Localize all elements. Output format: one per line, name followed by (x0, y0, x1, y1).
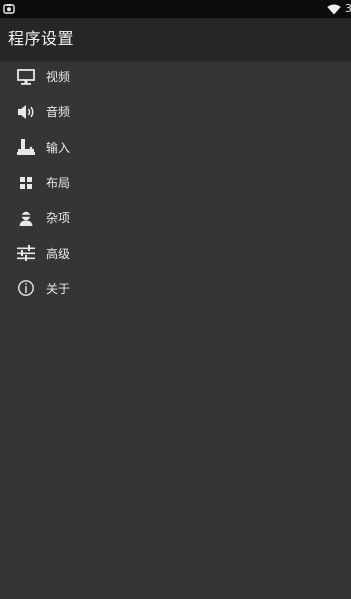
joystick-icon (15, 136, 37, 158)
menu-item-misc[interactable]: 杂项 (0, 200, 351, 235)
sliders-icon (15, 242, 37, 264)
menu-item-label: 布局 (46, 176, 71, 191)
menu-item-video[interactable]: 视频 (0, 59, 351, 94)
menu-item-label: 输入 (46, 140, 71, 155)
menu-item-label: 高级 (46, 246, 71, 261)
menu-item-input[interactable]: 输入 (0, 130, 351, 165)
status-right: 3 (327, 0, 351, 18)
app-screen: 3 程序设置 视频 音频 输入 布局 杂项 高级 关于 (0, 0, 351, 599)
status-clock: 3 (345, 2, 351, 15)
menu-item-label: 杂项 (46, 211, 71, 226)
menu-item-label: 视频 (46, 70, 71, 85)
settings-menu: 视频 音频 输入 布局 杂项 高级 关于 (0, 59, 351, 306)
screenshot-icon (3, 4, 15, 14)
menu-item-audio[interactable]: 音频 (0, 94, 351, 129)
menu-item-about[interactable]: 关于 (0, 271, 351, 306)
monitor-icon (15, 66, 37, 88)
person-icon (15, 207, 37, 229)
menu-item-label: 音频 (46, 105, 71, 120)
page-title: 程序设置 (8, 29, 75, 48)
speaker-icon (15, 101, 37, 123)
menu-item-layout[interactable]: 布局 (0, 165, 351, 200)
status-bar: 3 (0, 0, 351, 18)
menu-item-advanced[interactable]: 高级 (0, 235, 351, 270)
app-bar: 程序设置 (0, 18, 351, 59)
grid-icon (15, 172, 37, 194)
info-icon (15, 277, 37, 299)
menu-item-label: 关于 (46, 281, 71, 296)
wifi-icon (327, 4, 341, 14)
